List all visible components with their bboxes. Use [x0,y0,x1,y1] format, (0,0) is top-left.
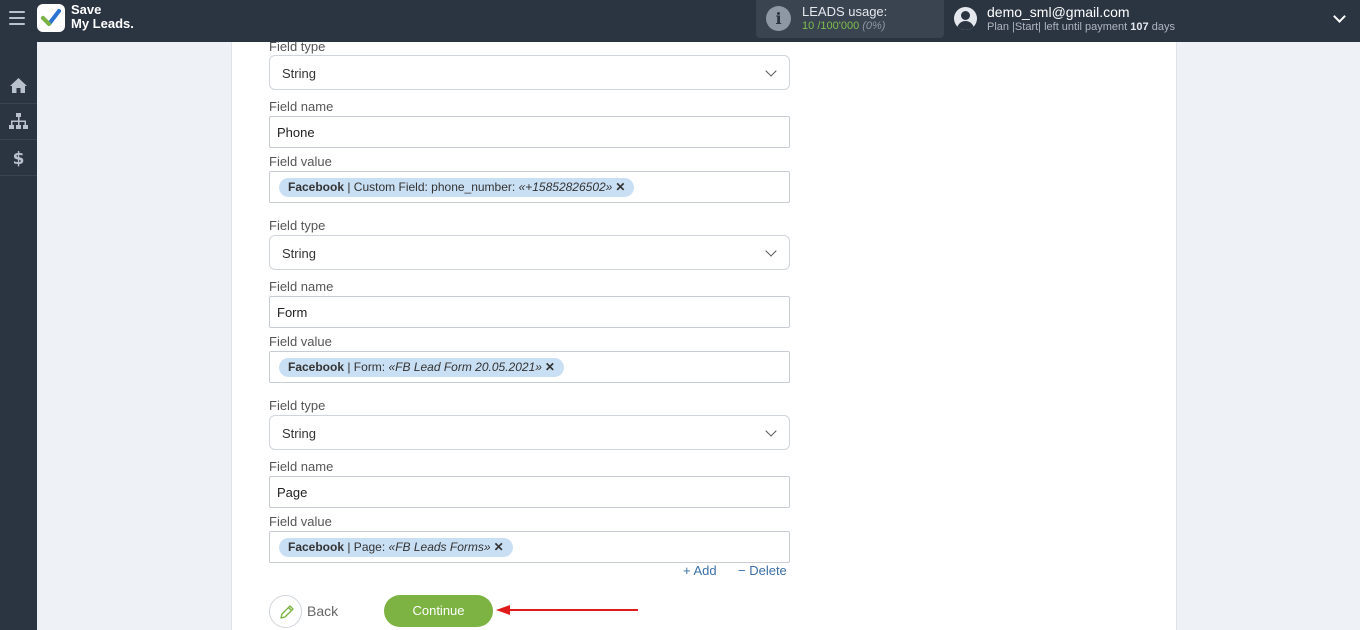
info-icon[interactable]: i [766,6,791,31]
field-type-value: String [282,246,316,261]
remove-tag-icon[interactable]: ✕ [615,180,625,194]
value-tag-source: Facebook [288,540,345,554]
field-name-label: Field name [269,99,334,114]
pencil-icon [280,605,294,619]
value-tag-prefix: | Form: [347,360,386,374]
field-value-input[interactable]: Facebook | Form: «FB Lead Form 20.05.202… [269,351,790,383]
field-name-label: Field name [269,459,334,474]
logo-line-2: My Leads. [71,16,134,31]
home-icon [10,78,27,93]
sidebar-item-billing[interactable]: $ [0,140,37,176]
svg-text:$: $ [13,149,25,167]
value-tag: Facebook | Form: «FB Lead Form 20.05.202… [279,358,564,377]
dollar-icon: $ [13,149,25,167]
value-tag-prefix: | Page: [347,540,386,554]
menu-icon[interactable] [9,11,25,25]
field-name-label: Field name [269,279,334,294]
usage-used: 10 [802,20,815,32]
field-type-label: Field type [269,398,326,413]
field-type-label: Field type [269,39,326,54]
logo-line-1: Save [71,2,102,17]
sitemap-icon [9,113,28,129]
value-tag: Facebook | Page: «FB Leads Forms» ✕ [279,538,513,557]
sidebar-item-connections[interactable] [0,104,37,140]
field-name-input[interactable]: Phone [269,116,790,148]
leads-usage-panel: i LEADS usage: 10 /100'000 (0%) [756,0,944,38]
usage-percent: (0%) [862,20,886,32]
plan-suffix: days [1151,21,1175,33]
field-name-input[interactable]: Form [269,296,790,328]
sidebar: $ [0,42,37,630]
plan-text: Plan |Start| left until payment [987,21,1128,33]
value-tag-sample: «+15852826502» [518,180,613,194]
logo-icon[interactable] [37,4,65,32]
chevron-down-icon[interactable] [1333,10,1346,23]
back-button[interactable] [269,595,302,628]
chevron-down-icon [765,425,777,437]
user-avatar-icon[interactable] [954,7,977,30]
add-field-link[interactable]: + Add [683,563,717,578]
field-type-value: String [282,426,316,441]
usage-label: LEADS usage: [802,4,888,19]
value-tag-sample: «FB Lead Form 20.05.2021» [388,360,542,374]
field-type-select[interactable]: String [269,55,790,90]
value-tag-source: Facebook [288,180,345,194]
field-type-value: String [282,66,316,81]
value-tag-source: Facebook [288,360,345,374]
field-name-input[interactable]: Page [269,476,790,508]
field-value-label: Field value [269,154,332,169]
field-value-input[interactable]: Facebook | Custom Field: phone_number: «… [269,171,790,203]
chevron-down-icon [765,65,777,77]
top-bar: Save My Leads. i LEADS usage: 10 /100'00… [0,0,1360,42]
field-type-select[interactable]: String [269,235,790,270]
field-type-select[interactable]: String [269,415,790,450]
logo-text[interactable]: Save My Leads. [71,3,134,31]
red-arrow-annotation [496,605,638,615]
field-value-label: Field value [269,334,332,349]
field-value-label: Field value [269,514,332,529]
chevron-down-icon [765,245,777,257]
field-value-input[interactable]: Facebook | Page: «FB Leads Forms» ✕ [269,531,790,563]
field-type-label: Field type [269,218,326,233]
usage-total: 100'000 [820,20,860,32]
back-label[interactable]: Back [307,603,338,619]
plan-days: 107 [1130,21,1149,33]
plan-info: Plan |Start| left until payment 107 days [987,21,1175,33]
value-tag: Facebook | Custom Field: phone_number: «… [279,178,635,197]
usage-count: 10 /100'000 (0%) [802,20,885,32]
user-email[interactable]: demo_sml@gmail.com [987,4,1130,20]
continue-button[interactable]: Continue [384,595,493,627]
value-tag-sample: «FB Leads Forms» [388,540,491,554]
value-tag-prefix: | Custom Field: phone_number: [347,180,516,194]
remove-tag-icon[interactable]: ✕ [494,540,504,554]
delete-field-link[interactable]: − Delete [738,563,787,578]
sidebar-item-home[interactable] [0,68,37,104]
remove-tag-icon[interactable]: ✕ [545,360,555,374]
